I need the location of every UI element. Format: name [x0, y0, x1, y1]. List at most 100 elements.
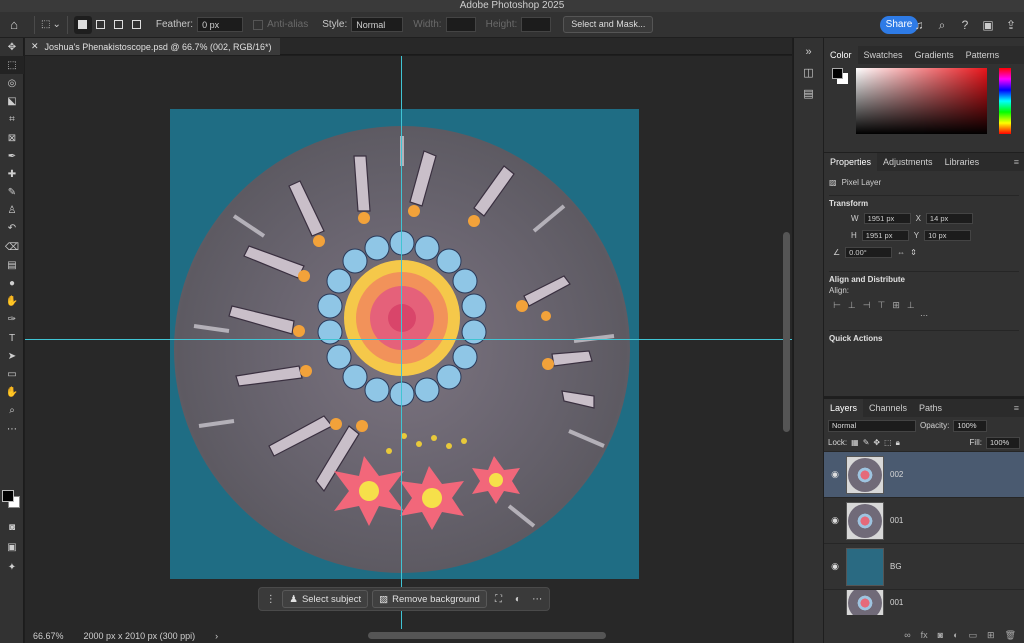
- marquee-tool-preset[interactable]: ⬚ ⌄: [41, 19, 61, 30]
- history-brush-tool-icon[interactable]: ↶: [0, 220, 24, 238]
- fx-icon[interactable]: fx: [921, 630, 928, 640]
- delete-layer-icon[interactable]: 🗑︎: [1005, 630, 1016, 641]
- eye-icon[interactable]: ◉: [824, 561, 846, 572]
- select-subject-button[interactable]: ♟ Select subject: [282, 590, 369, 608]
- hue-slider[interactable]: [999, 68, 1011, 134]
- lock-artboard-icon[interactable]: ⬚: [884, 438, 892, 447]
- layer-row[interactable]: 001: [824, 589, 1024, 615]
- lock-paint-icon[interactable]: ✎: [863, 438, 870, 447]
- layer-name[interactable]: 001: [890, 516, 903, 525]
- tab-gradients[interactable]: Gradients: [909, 46, 960, 64]
- comments-icon[interactable]: ▤: [794, 87, 823, 100]
- align-center-h-icon[interactable]: ⊥: [848, 300, 856, 311]
- move-tool-icon[interactable]: ✥: [0, 38, 24, 56]
- dodge-tool-icon[interactable]: ✋: [0, 293, 24, 311]
- hand-tool-icon[interactable]: ✋: [0, 384, 24, 402]
- zoom-tool-icon[interactable]: ⌕: [0, 402, 24, 420]
- document-tab[interactable]: ✕ Joshua's Phenakistoscope.psd @ 66.7% (…: [25, 38, 280, 55]
- rectangle-tool-icon[interactable]: ▭: [0, 365, 24, 383]
- panel-menu-icon[interactable]: ≡: [1014, 403, 1019, 413]
- tab-channels[interactable]: Channels: [863, 399, 913, 417]
- path-selection-tool-icon[interactable]: ➤: [0, 347, 24, 365]
- canvas-area[interactable]: [25, 56, 792, 629]
- more-tools-icon[interactable]: ⋯: [0, 420, 24, 438]
- blur-tool-icon[interactable]: ●: [0, 274, 24, 292]
- transform-section-title[interactable]: Transform: [829, 195, 1019, 210]
- intersect-selection-button[interactable]: [128, 16, 146, 34]
- layer-name[interactable]: 002: [890, 470, 903, 479]
- eyedropper-tool-icon[interactable]: ✒: [0, 147, 24, 165]
- flip-horizontal-icon[interactable]: ⇔: [897, 248, 905, 257]
- height-input[interactable]: [521, 17, 552, 32]
- align-right-icon[interactable]: ⊣: [863, 300, 871, 311]
- healing-brush-tool-icon[interactable]: ✚: [0, 165, 24, 183]
- eye-icon[interactable]: ◉: [824, 469, 846, 480]
- remove-background-button[interactable]: ▨ Remove background: [372, 590, 487, 608]
- x-field[interactable]: 14 px: [925, 213, 973, 224]
- workspace-icon[interactable]: ▣: [981, 16, 995, 34]
- brush-tool-icon[interactable]: ✎: [0, 184, 24, 202]
- subtract-selection-button[interactable]: [110, 16, 128, 34]
- y-field[interactable]: 10 px: [924, 230, 972, 241]
- link-layers-icon[interactable]: ∞: [904, 630, 910, 640]
- angle-field[interactable]: 0.00°: [845, 247, 893, 258]
- bell-icon[interactable]: ♫: [912, 16, 926, 34]
- align-left-icon[interactable]: ⊢: [833, 300, 841, 311]
- new-group-icon[interactable]: ▭: [969, 630, 978, 641]
- crop-tool-icon[interactable]: ⌗: [0, 111, 24, 129]
- adjustment-icon[interactable]: ◐: [510, 594, 525, 605]
- tab-paths[interactable]: Paths: [913, 399, 948, 417]
- clone-stamp-tool-icon[interactable]: ♙: [0, 202, 24, 220]
- tab-patterns[interactable]: Patterns: [960, 46, 1006, 64]
- frame-tool-icon[interactable]: ⊠: [0, 129, 24, 147]
- flip-vertical-icon[interactable]: ⇕: [910, 248, 917, 257]
- eraser-tool-icon[interactable]: ⌫: [0, 238, 24, 256]
- blend-mode-select[interactable]: Normal: [828, 419, 916, 432]
- more-options-icon[interactable]: ⋯: [530, 594, 545, 605]
- tab-libraries[interactable]: Libraries: [939, 153, 986, 171]
- tab-properties[interactable]: Properties: [824, 153, 878, 171]
- layer-name[interactable]: BG: [890, 562, 902, 571]
- object-selection-tool-icon[interactable]: ⬕: [0, 93, 24, 111]
- opacity-field[interactable]: 100%: [953, 419, 988, 432]
- zoom-level[interactable]: 66.67%: [33, 631, 64, 641]
- lock-position-icon[interactable]: ✥: [873, 438, 880, 447]
- layer-row[interactable]: ◉ 002: [824, 451, 1024, 497]
- add-mask-icon[interactable]: ◙: [938, 630, 943, 640]
- generative-icon[interactable]: ✦: [0, 558, 24, 576]
- select-and-mask-button[interactable]: Select and Mask...: [563, 16, 654, 33]
- width-input[interactable]: [445, 17, 476, 32]
- vertical-guide[interactable]: [401, 56, 402, 629]
- gradient-tool-icon[interactable]: ▤: [0, 256, 24, 274]
- panel-menu-icon[interactable]: ≡: [1014, 157, 1019, 167]
- quick-actions-title[interactable]: Quick Actions: [829, 330, 1019, 345]
- antialias-checkbox[interactable]: [253, 19, 264, 30]
- share-doc-icon[interactable]: ⇪: [1004, 16, 1018, 34]
- more-align-icon[interactable]: ⋯: [829, 311, 1019, 320]
- layer-name[interactable]: 001: [890, 598, 903, 607]
- close-icon[interactable]: ✕: [31, 41, 39, 52]
- tab-layers[interactable]: Layers: [824, 399, 864, 417]
- height-field[interactable]: 1951 px: [861, 230, 909, 241]
- align-section-title[interactable]: Align and Distribute: [829, 271, 1019, 286]
- drag-handle-icon[interactable]: ⋮: [263, 594, 278, 605]
- foreground-background-swatches[interactable]: [2, 490, 22, 510]
- pen-tool-icon[interactable]: ✑: [0, 311, 24, 329]
- tab-swatches[interactable]: Swatches: [858, 46, 909, 64]
- feather-input[interactable]: 0 px: [197, 17, 244, 32]
- layer-row[interactable]: ◉ 001: [824, 497, 1024, 543]
- quick-mask-icon[interactable]: ◙: [0, 518, 24, 536]
- style-select[interactable]: Normal: [351, 17, 404, 32]
- new-layer-icon[interactable]: ⊞: [987, 630, 995, 641]
- color-picker-field[interactable]: [856, 68, 987, 134]
- fill-field[interactable]: 100%: [986, 436, 1020, 449]
- document-canvas[interactable]: [170, 109, 639, 579]
- type-tool-icon[interactable]: T: [0, 329, 24, 347]
- lock-all-icon[interactable]: 🔒︎: [896, 438, 900, 448]
- adjustment-layer-icon[interactable]: ◐: [953, 630, 958, 640]
- align-middle-icon[interactable]: ⊞: [892, 300, 900, 311]
- lasso-tool-icon[interactable]: ◎: [0, 74, 24, 92]
- add-selection-button[interactable]: [92, 16, 110, 34]
- align-bottom-icon[interactable]: ⊥: [907, 300, 915, 311]
- home-icon[interactable]: ⌂: [0, 17, 28, 32]
